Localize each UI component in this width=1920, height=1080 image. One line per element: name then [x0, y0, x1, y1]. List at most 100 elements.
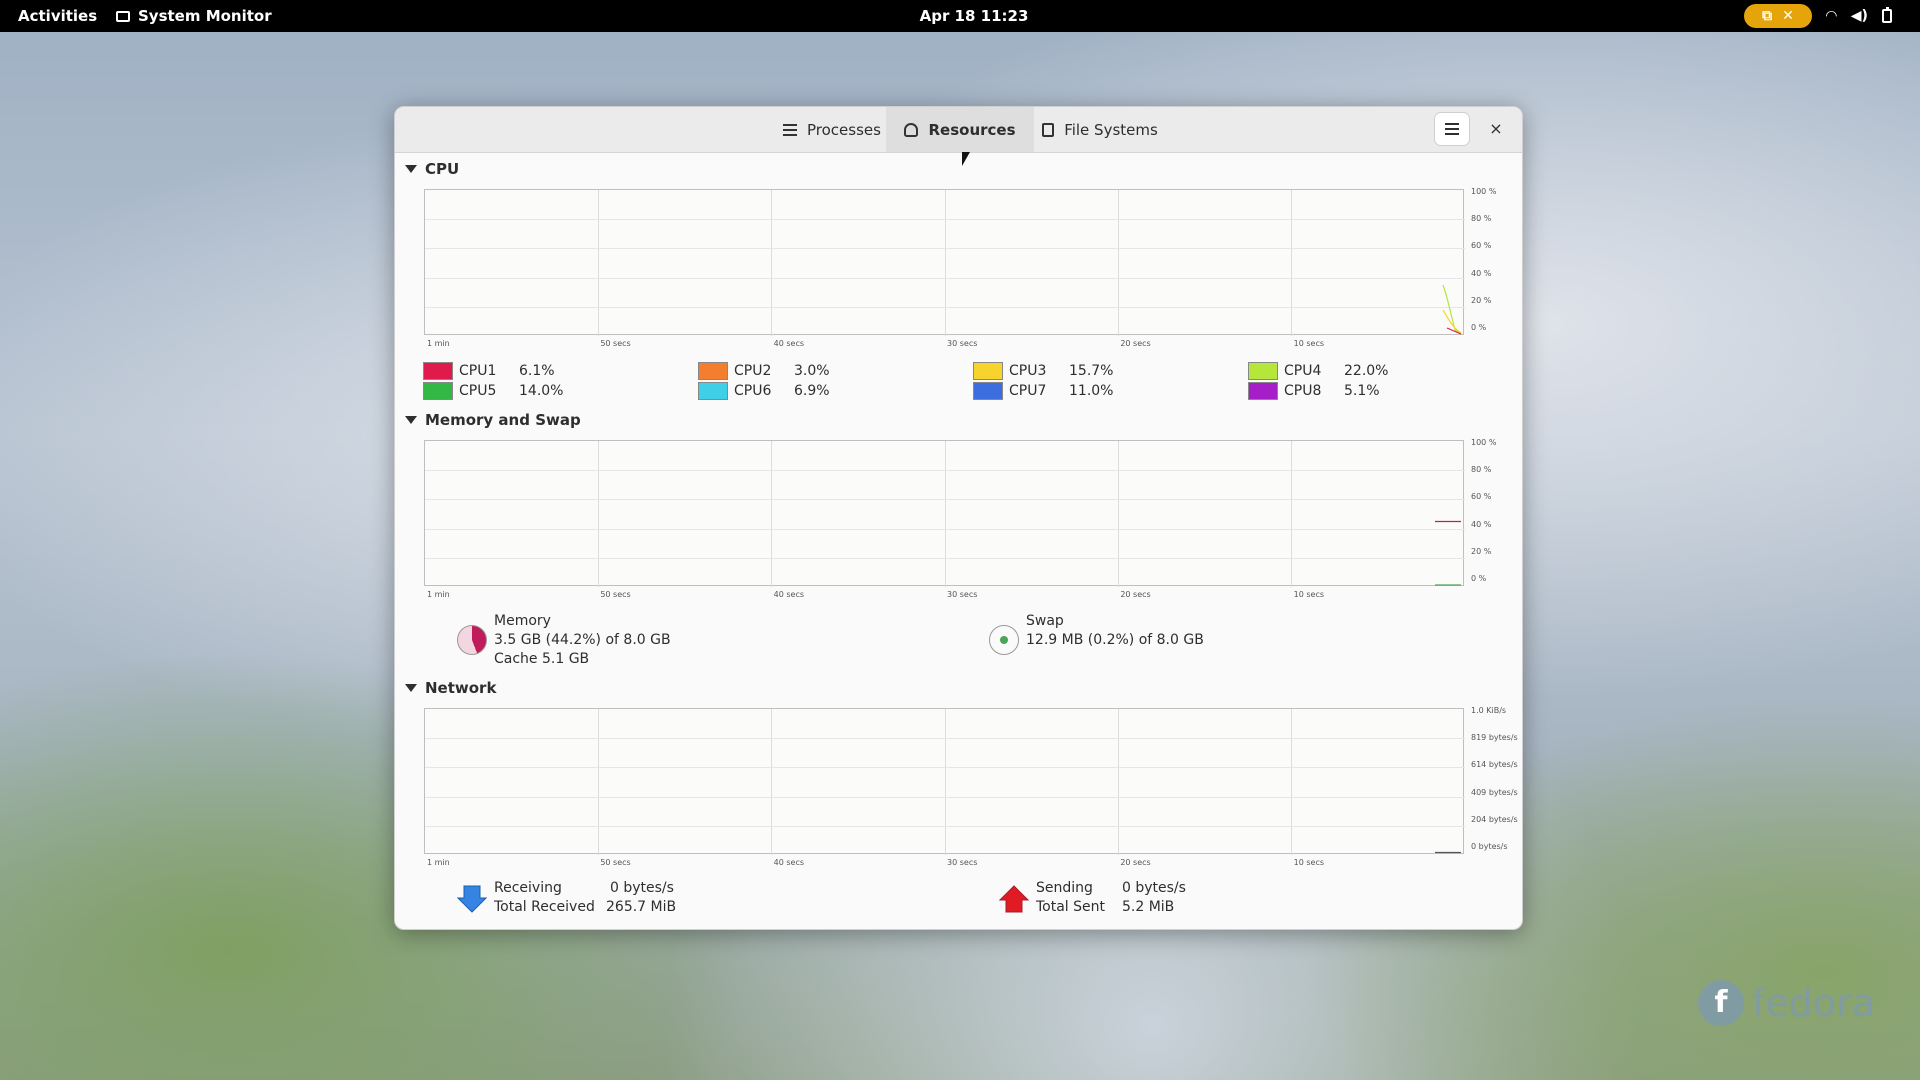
cpu-name: CPU3	[1009, 363, 1047, 379]
cpu-legend-item: CPU3 15.7%	[973, 362, 1129, 380]
graph-grid	[425, 441, 1465, 587]
header-bar: Processes Resources File Systems ×	[395, 107, 1522, 153]
stop-share-icon[interactable]: ✕	[1782, 4, 1794, 28]
app-menu[interactable]: System Monitor	[116, 0, 272, 32]
cpu-color-swatch[interactable]	[973, 362, 1003, 380]
disk-icon	[1042, 122, 1055, 137]
y-tick-label: 60 %	[1471, 241, 1492, 251]
x-tick-label: 10 secs	[1293, 339, 1325, 348]
x-tick-label: 50 secs	[600, 590, 631, 599]
cpu-usage-value: 3.0%	[794, 363, 830, 379]
screen-share-indicator[interactable]: ⧉ ✕	[1744, 4, 1812, 28]
cpu4-trace	[1442, 284, 1462, 335]
swap-dot	[1000, 636, 1008, 644]
memory-pie-icon[interactable]	[457, 625, 487, 655]
cpu-legend-item: CPU4 22.0%	[1248, 362, 1404, 380]
cpu-legend-item: CPU6 6.9%	[698, 382, 854, 400]
swap-pie-icon[interactable]	[989, 625, 1019, 655]
cpu-name: CPU8	[1284, 383, 1322, 399]
cpu-name: CPU1	[459, 363, 497, 379]
x-tick-label: 1 min	[427, 339, 450, 348]
y-tick-label: 60 %	[1471, 492, 1492, 502]
close-button[interactable]: ×	[1484, 117, 1508, 141]
y-tick-label: 20 %	[1471, 295, 1492, 305]
x-tick-label: 30 secs	[947, 339, 978, 348]
list-icon	[783, 123, 798, 136]
network-section-header[interactable]: Network	[405, 679, 496, 697]
cpu-legend-item: CPU2 3.0%	[698, 362, 854, 380]
wifi-icon: ◠	[1826, 8, 1837, 24]
fedora-mark-icon: f	[1698, 980, 1744, 1026]
graph-grid	[425, 709, 1465, 855]
expander-icon	[405, 416, 417, 424]
tab-file-systems[interactable]: File Systems	[1035, 107, 1165, 152]
cpu-history-graph	[424, 189, 1465, 336]
y-tick-label: 100 %	[1471, 438, 1497, 447]
cpu-legend-item: CPU1 6.1%	[423, 362, 579, 380]
fedora-logo: f fedora	[1698, 980, 1875, 1026]
section-title: Memory and Swap	[425, 411, 581, 429]
memory-info: Memory 3.5 GB (44.2%) of 8.0 GB Cache 5.…	[494, 612, 671, 669]
receiving-label: Receiving	[494, 880, 562, 896]
cpu-color-swatch[interactable]	[1248, 382, 1278, 400]
cpu-color-swatch[interactable]	[973, 382, 1003, 400]
memory-cache: Cache 5.1 GB	[494, 651, 590, 667]
y-tick-label: 0 %	[1471, 323, 1487, 332]
cpu-color-swatch[interactable]	[1248, 362, 1278, 380]
receiving-info: Receiving 0 bytes/s Total Received 265.7 M…	[494, 879, 676, 917]
y-tick-label: 409 bytes/s	[1471, 787, 1518, 797]
cpu-usage-value: 14.0%	[519, 383, 564, 399]
cpu-color-swatch[interactable]	[423, 362, 453, 380]
swap-info: Swap 12.9 MB (0.2%) of 8.0 GB	[1026, 612, 1204, 650]
cpu-name: CPU5	[459, 383, 497, 399]
memory-usage: 3.5 GB (44.2%) of 8.0 GB	[494, 632, 671, 648]
battery-icon	[1881, 7, 1892, 23]
y-tick-label: 0 bytes/s	[1471, 842, 1508, 851]
top-bar: Activities System Monitor Apr 18 11:23 ⧉…	[0, 0, 1920, 32]
x-tick-label: 10 secs	[1293, 590, 1325, 599]
x-tick-label: 40 secs	[773, 339, 805, 348]
y-tick-label: 614 bytes/s	[1471, 760, 1518, 770]
cpu-usage-value: 6.9%	[794, 383, 830, 399]
x-tick-label: 20 secs	[1120, 339, 1151, 348]
cpu-color-swatch[interactable]	[698, 382, 728, 400]
receiving-arrow-icon[interactable]	[457, 884, 487, 914]
cpu-name: CPU2	[734, 363, 772, 379]
main-menu-button[interactable]	[1435, 113, 1469, 145]
cpu-section-header[interactable]: CPU	[405, 160, 459, 178]
screen-share-icon: ⧉	[1762, 8, 1773, 24]
y-tick-label: 80 %	[1471, 214, 1492, 224]
volume-icon: ◀)	[1850, 8, 1868, 24]
gauge-icon	[904, 122, 919, 137]
cpu-color-swatch[interactable]	[698, 362, 728, 380]
system-status-menu[interactable]: ◠ ◀)	[1826, 0, 1892, 32]
clock[interactable]: Apr 18 11:23	[914, 0, 1034, 32]
cpu-legend-item: CPU8 5.1%	[1248, 382, 1404, 400]
swap-label: Swap	[1026, 613, 1064, 629]
hamburger-icon	[1445, 123, 1459, 135]
sending-info: Sending 0 bytes/s Total Sent 5.2 MiB	[1036, 879, 1186, 917]
x-tick-label: 40 secs	[773, 590, 805, 599]
total-sent-label: Total Sent	[1036, 899, 1106, 915]
tab-processes[interactable]: Processes	[767, 107, 897, 152]
cpu-color-swatch[interactable]	[423, 382, 453, 400]
mouse-pointer	[962, 152, 970, 166]
activities-button[interactable]: Activities	[18, 0, 97, 32]
sending-arrow-icon[interactable]	[999, 884, 1029, 914]
x-tick-label: 1 min	[427, 858, 450, 867]
section-title: CPU	[425, 160, 460, 178]
total-received-value: 265.7 MiB	[606, 899, 677, 915]
x-tick-label: 30 secs	[947, 858, 978, 867]
y-tick-label: 40 %	[1471, 268, 1492, 278]
section-title: Network	[425, 679, 497, 697]
tab-resources[interactable]: Resources	[886, 107, 1034, 152]
cpu-legend-item: CPU5 14.0%	[423, 382, 579, 400]
cpu-legend-item: CPU7 11.0%	[973, 382, 1129, 400]
y-tick-label: 20 %	[1471, 546, 1492, 556]
cpu-usage-value: 11.0%	[1069, 383, 1114, 399]
tab-label: Processes	[807, 120, 881, 139]
memory-section-header[interactable]: Memory and Swap	[405, 411, 581, 429]
app-name: System Monitor	[138, 7, 272, 25]
expander-icon	[405, 165, 417, 173]
x-tick-label: 20 secs	[1120, 858, 1151, 867]
